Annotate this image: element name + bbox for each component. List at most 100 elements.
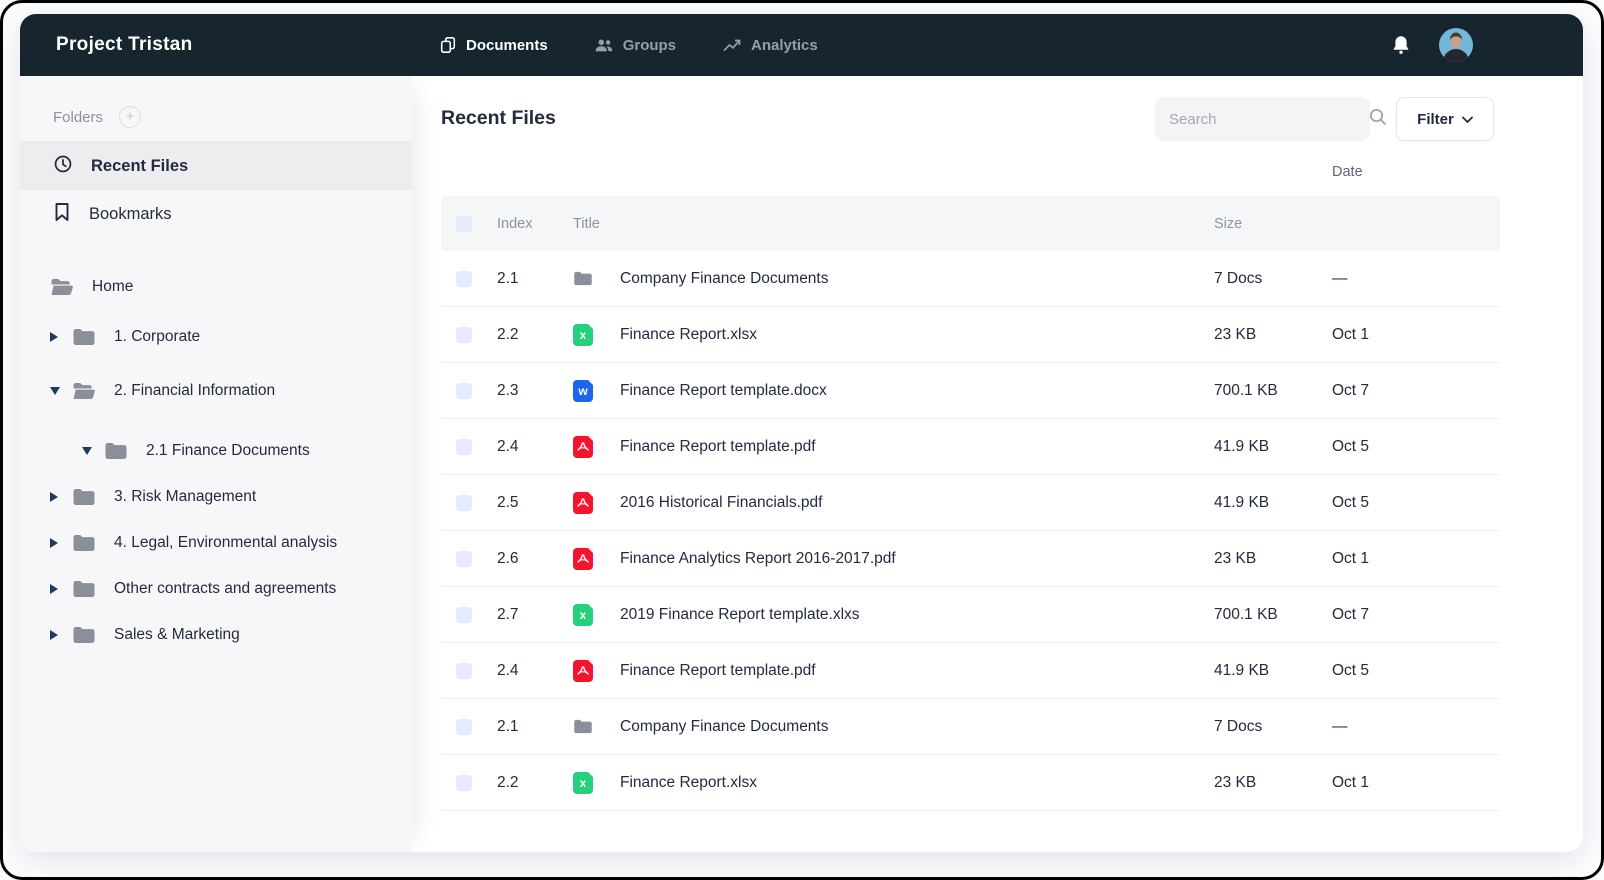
row-index: 2.5: [497, 494, 573, 512]
table-body: 2.1 x w Company Finance Documents 7 Docs…: [441, 251, 1500, 811]
table-row[interactable]: 2.2 x w Finance Report.xlsx 23 KB Oct 1: [441, 307, 1500, 363]
table-row[interactable]: 2.4 x w Finance Report template.pdf 41.9…: [441, 643, 1500, 699]
tree-folder-label: 3. Risk Management: [114, 488, 256, 506]
row-size: 7 Docs: [1214, 718, 1332, 736]
header-index[interactable]: Index: [497, 216, 573, 232]
row-title[interactable]: 2016 Historical Financials.pdf: [620, 494, 1214, 512]
navbar-actions: [1389, 14, 1473, 76]
folder-icon: [72, 625, 96, 645]
table-header: Index Title Size: [441, 196, 1500, 251]
analytics-icon: [722, 36, 742, 54]
header-size[interactable]: Size: [1214, 216, 1332, 232]
row-checkbox[interactable]: [456, 383, 472, 399]
row-size: 41.9 KB: [1214, 494, 1332, 512]
row-date: Oct 1: [1332, 550, 1500, 568]
sidebar-item-bookmarks[interactable]: Bookmarks: [20, 190, 412, 238]
row-title[interactable]: 2019 Finance Report template.xlxs: [620, 606, 1214, 624]
bell-icon[interactable]: [1389, 33, 1413, 57]
tree-folder-item[interactable]: 4. Legal, Environmental analysis: [20, 520, 412, 566]
row-checkbox[interactable]: [456, 719, 472, 735]
table-row[interactable]: 2.1 x w Company Finance Documents 7 Docs…: [441, 251, 1500, 307]
tree-folder-label: Sales & Marketing: [114, 626, 240, 644]
nav-groups[interactable]: Groups: [594, 36, 676, 54]
row-index: 2.1: [497, 270, 573, 288]
row-title[interactable]: Finance Report.xlsx: [620, 326, 1214, 344]
row-index: 2.3: [497, 382, 573, 400]
row-size: 23 KB: [1214, 326, 1332, 344]
tree-folder-label: 2. Financial Information: [114, 382, 275, 400]
select-all-checkbox[interactable]: [456, 216, 472, 232]
table-row[interactable]: 2.3 x w Finance Report template.docx 700…: [441, 363, 1500, 419]
sidebar-item-label: Bookmarks: [89, 205, 172, 224]
row-checkbox[interactable]: [456, 551, 472, 567]
documents-icon: [439, 36, 457, 54]
row-checkbox[interactable]: [456, 663, 472, 679]
plus-circle-icon[interactable]: +: [119, 106, 141, 128]
caret-icon[interactable]: [50, 584, 72, 594]
user-avatar[interactable]: [1439, 28, 1473, 62]
row-title[interactable]: Finance Report template.pdf: [620, 662, 1214, 680]
row-size: 700.1 KB: [1214, 382, 1332, 400]
table-row[interactable]: 2.7 x w 2019 Finance Report template.xlx…: [441, 587, 1500, 643]
caret-icon[interactable]: [50, 387, 72, 395]
sidebar-item-label: Recent Files: [91, 157, 188, 176]
caret-icon[interactable]: [50, 538, 72, 548]
row-title[interactable]: Finance Report template.docx: [620, 382, 1214, 400]
nav-analytics[interactable]: Analytics: [722, 36, 818, 54]
tree-folder-item[interactable]: Sales & Marketing: [20, 612, 412, 658]
sidebar-item-recent-files[interactable]: Recent Files: [20, 142, 412, 190]
caret-icon[interactable]: [50, 492, 72, 502]
table-row[interactable]: 2.1 x w Company Finance Documents 7 Docs…: [441, 699, 1500, 755]
table-row[interactable]: 2.5 x w 2016 Historical Financials.pdf 4…: [441, 475, 1500, 531]
search-icon[interactable]: [1368, 107, 1388, 132]
row-title[interactable]: Finance Analytics Report 2016-2017.pdf: [620, 550, 1214, 568]
row-checkbox[interactable]: [456, 327, 472, 343]
tree-folder-item[interactable]: Other contracts and agreements: [20, 566, 412, 612]
row-checkbox[interactable]: [456, 495, 472, 511]
row-title[interactable]: Company Finance Documents: [620, 270, 1214, 288]
search-input[interactable]: [1169, 111, 1368, 128]
xlsx-file-icon: x: [573, 324, 593, 346]
bookmark-icon: [53, 202, 71, 227]
row-index: 2.4: [497, 438, 573, 456]
filter-button-label: Filter: [1417, 111, 1454, 128]
folder-icon: [573, 716, 593, 738]
row-index: 2.4: [497, 662, 573, 680]
folders-section-label: Folders: [53, 109, 103, 126]
row-checkbox[interactable]: [456, 271, 472, 287]
row-date: Oct 7: [1332, 606, 1500, 624]
tree-folder-item[interactable]: 3. Risk Management: [20, 474, 412, 520]
row-size: 23 KB: [1214, 550, 1332, 568]
row-title[interactable]: Finance Report template.pdf: [620, 438, 1214, 456]
folder-icon: [72, 579, 96, 599]
top-navbar: Project Tristan Documents: [20, 14, 1583, 76]
row-checkbox[interactable]: [456, 775, 472, 791]
caret-icon[interactable]: [50, 332, 72, 342]
tree-folder-item[interactable]: 2.1 Finance Documents: [20, 428, 412, 474]
table-row[interactable]: 2.2 x w Finance Report.xlsx 23 KB Oct 1: [441, 755, 1500, 811]
caret-icon[interactable]: [50, 630, 72, 640]
row-checkbox[interactable]: [456, 607, 472, 623]
tree-folder-item[interactable]: 2. Financial Information: [20, 368, 412, 414]
row-title[interactable]: Company Finance Documents: [620, 718, 1214, 736]
folder-icon: [104, 441, 128, 461]
row-date: Oct 5: [1332, 438, 1500, 456]
date-column-label: Date: [1332, 164, 1363, 180]
row-title[interactable]: Finance Report.xlsx: [620, 774, 1214, 792]
tree-folder-label: Home: [92, 278, 133, 296]
row-date: Oct 7: [1332, 382, 1500, 400]
main-content: Recent Files Filter Date: [412, 76, 1583, 852]
tree-folder-label: 4. Legal, Environmental analysis: [114, 534, 337, 552]
table-row[interactable]: 2.6 x w Finance Analytics Report 2016-20…: [441, 531, 1500, 587]
tree-folder-item[interactable]: 1. Corporate: [20, 314, 412, 360]
row-checkbox[interactable]: [456, 439, 472, 455]
header-title[interactable]: Title: [573, 216, 1214, 232]
table-row[interactable]: 2.4 x w Finance Report template.pdf 41.9…: [441, 419, 1500, 475]
folder-tree: Home 1. Corporate 2. Financial Informa: [20, 264, 412, 658]
nav-documents[interactable]: Documents: [439, 36, 548, 54]
row-date: Oct 1: [1332, 774, 1500, 792]
caret-icon[interactable]: [82, 447, 104, 455]
filter-button[interactable]: Filter: [1396, 97, 1494, 141]
tree-folder-item[interactable]: Home: [20, 264, 412, 310]
chevron-down-icon: [1462, 111, 1473, 128]
